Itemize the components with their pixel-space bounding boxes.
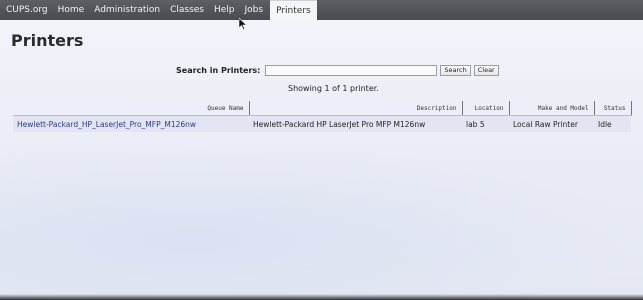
table-header-row: Queue Name Description Location Make and…	[13, 101, 632, 116]
printer-queue-link[interactable]: Hewlett-Packard_HP_LaserJet_Pro_MFP_M126…	[17, 120, 196, 129]
nav-item-help[interactable]: Help	[209, 0, 240, 20]
nav-item-printers[interactable]: Printers	[270, 0, 317, 21]
cell-location: lab 5	[466, 119, 485, 129]
column-header-location[interactable]: Location	[462, 101, 510, 116]
column-header-status[interactable]: Status	[594, 101, 632, 116]
column-header-queue-name[interactable]: Queue Name	[13, 101, 250, 116]
nav-item-home[interactable]: Home	[53, 0, 90, 20]
column-header-make-and-model[interactable]: Make and Model	[509, 101, 595, 116]
monitor-bezel-edge	[0, 294, 643, 300]
column-header-description[interactable]: Description	[249, 101, 463, 116]
top-navigation-bar: CUPS.org Home Administration Classes Hel…	[0, 0, 643, 21]
nav-item-jobs[interactable]: Jobs	[240, 0, 269, 20]
cell-status: Idle	[598, 119, 612, 129]
nav-item-classes[interactable]: Classes	[165, 0, 209, 20]
screen-glare	[0, 140, 643, 300]
results-summary: Showing 1 of 1 printer.	[288, 84, 379, 93]
search-button[interactable]: Search	[440, 65, 471, 76]
search-input[interactable]	[265, 65, 438, 76]
cell-make-and-model: Local Raw Printer	[513, 119, 578, 129]
search-form: Search in Printers: Search Clear	[176, 65, 499, 76]
page-title: Printers	[11, 31, 84, 50]
browser-viewport: CUPS.org Home Administration Classes Hel…	[0, 0, 643, 300]
nav-item-administration[interactable]: Administration	[89, 0, 165, 20]
nav-item-cups-org[interactable]: CUPS.org	[0, 0, 53, 20]
printers-table: Queue Name Description Location Make and…	[13, 101, 632, 132]
table-row: Hewlett-Packard_HP_LaserJet_Pro_MFP_M126…	[13, 115, 631, 133]
search-label: Search in Printers:	[176, 66, 261, 75]
mouse-pointer-icon	[239, 18, 247, 30]
clear-button[interactable]: Clear	[473, 65, 499, 76]
cell-description: Hewlett-Packard HP LaserJet Pro MFP M126…	[253, 119, 426, 129]
cell-queue-name: Hewlett-Packard_HP_LaserJet_Pro_MFP_M126…	[13, 116, 249, 133]
